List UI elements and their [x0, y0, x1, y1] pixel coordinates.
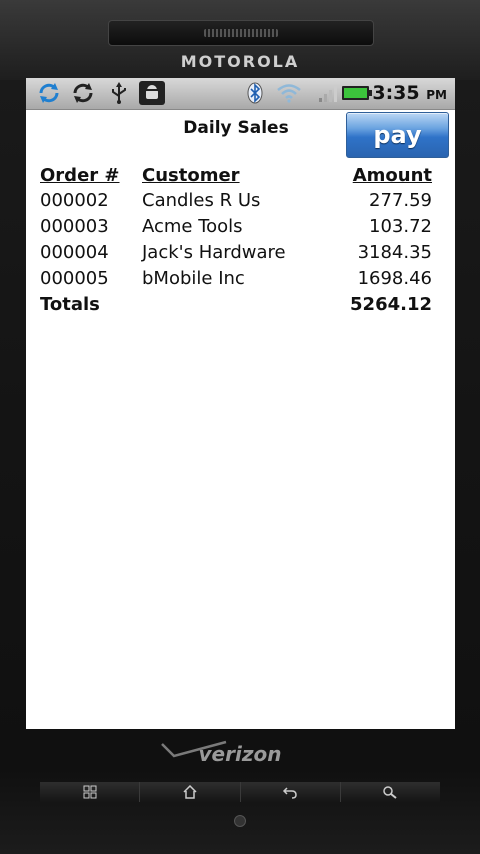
- column-header-order: Order #: [40, 165, 120, 186]
- trackpad-dot: [234, 815, 246, 827]
- brand-logo: MOTOROLA: [180, 52, 300, 71]
- column-header-amount: Amount: [352, 165, 432, 186]
- pay-button[interactable]: pay: [346, 112, 449, 158]
- order-number: 000002: [40, 190, 109, 211]
- carrier-logo: verizon: [198, 742, 282, 766]
- battery-icon: [340, 81, 374, 105]
- order-number: 000005: [40, 268, 109, 289]
- bluetooth-icon: [242, 81, 268, 105]
- column-header-customer: Customer: [142, 165, 240, 186]
- totals-row: Totals 5264.12: [40, 292, 432, 318]
- table-row[interactable]: 000002 Candles R Us 277.59: [40, 188, 432, 214]
- clock-ampm: PM: [426, 88, 447, 102]
- totals-spacer: [142, 292, 322, 318]
- totals-label: Totals: [40, 294, 100, 315]
- menu-key[interactable]: [40, 782, 140, 802]
- back-icon: [283, 787, 297, 799]
- order-amount: 277.59: [369, 190, 432, 211]
- usb-icon: [106, 81, 132, 105]
- home-key[interactable]: [139, 782, 240, 802]
- customer-name: Candles R Us: [142, 190, 261, 211]
- android-debug-icon: [139, 81, 165, 105]
- order-amount: 3184.35: [357, 242, 432, 263]
- phone-frame: MOTOROLA 3:35 PM Daily Sales pay Order #…: [0, 0, 480, 854]
- table-row[interactable]: 000003 Acme Tools 103.72: [40, 214, 432, 240]
- hardware-nav-keys: [40, 782, 440, 802]
- daily-sales-app: Daily Sales pay Order # Customer Amount …: [26, 110, 455, 729]
- table-row[interactable]: 000005 bMobile Inc 1698.46: [40, 266, 432, 292]
- page-title: Daily Sales: [183, 118, 289, 138]
- menu-grid-icon: [83, 785, 97, 799]
- top-bezel: MOTOROLA: [0, 0, 480, 80]
- totals-amount: 5264.12: [350, 294, 432, 315]
- sales-table: Order # Customer Amount 000002 Candles R…: [40, 162, 432, 318]
- clock-time: 3:35: [372, 82, 420, 104]
- signal-icon: [314, 81, 340, 105]
- clock: 3:35 PM: [372, 82, 447, 104]
- status-bar: 3:35 PM: [26, 78, 455, 110]
- order-amount: 103.72: [369, 216, 432, 237]
- speaker-grill: [204, 29, 278, 37]
- order-amount: 1698.46: [357, 268, 432, 289]
- back-key[interactable]: [239, 782, 340, 802]
- order-number: 000003: [40, 216, 109, 237]
- sync-blue-icon: [36, 81, 62, 105]
- table-header-row: Order # Customer Amount: [40, 162, 432, 188]
- search-icon: [383, 786, 397, 799]
- customer-name: Acme Tools: [142, 216, 243, 237]
- home-icon: [183, 785, 197, 799]
- customer-name: Jack's Hardware: [142, 242, 286, 263]
- wifi-icon: [276, 81, 302, 105]
- customer-name: bMobile Inc: [142, 268, 245, 289]
- search-key[interactable]: [339, 782, 440, 802]
- sync-icon: [70, 81, 96, 105]
- order-number: 000004: [40, 242, 109, 263]
- table-row[interactable]: 000004 Jack's Hardware 3184.35: [40, 240, 432, 266]
- screen: 3:35 PM Daily Sales pay Order # Customer…: [26, 78, 455, 729]
- earpiece-speaker: [108, 20, 374, 46]
